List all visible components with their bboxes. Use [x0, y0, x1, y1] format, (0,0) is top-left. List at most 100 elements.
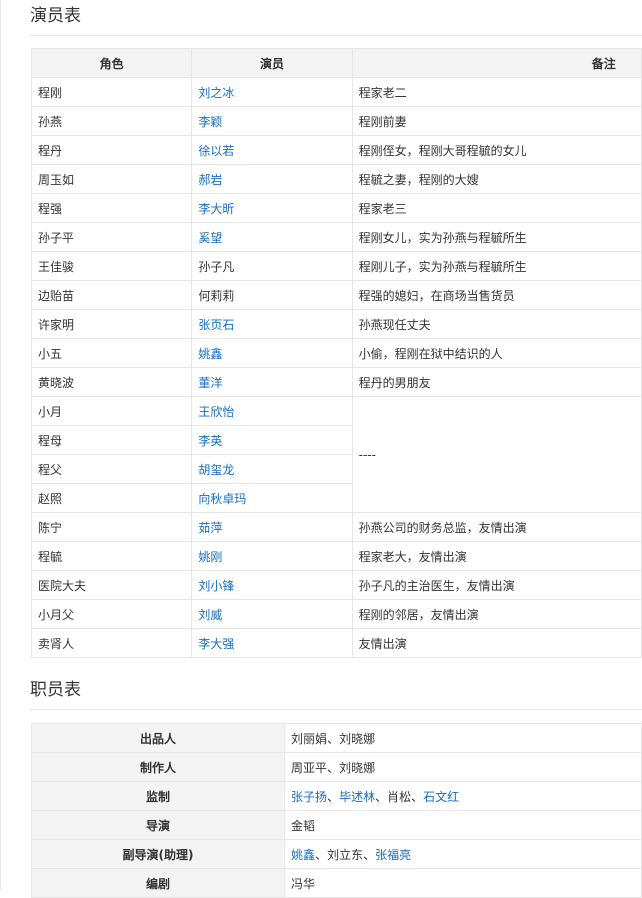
cast-role-cell: 小五: [30, 338, 193, 368]
crew-row: 制作人 周亚平、刘晓娜: [30, 752, 642, 782]
actor-link[interactable]: 李大昕: [191, 193, 353, 223]
cast-note-cell: 程刚女儿，实为孙燕与程毓所生: [351, 222, 642, 252]
crew-row: 副导演(助理) 姚鑫、刘立东、张福亮: [30, 839, 642, 869]
actor-link[interactable]: 徐以若: [191, 135, 353, 165]
crew-name-link[interactable]: 张子扬: [291, 790, 327, 804]
actor-link[interactable]: 李颖: [191, 106, 353, 136]
cast-note-cell: 程强的媳妇，在商场当售货员: [351, 280, 642, 310]
cast-note-cell: 程刚侄女，程刚大哥程毓的女儿: [351, 135, 642, 165]
crew-name-link[interactable]: 石文红: [423, 790, 459, 804]
cast-role-cell: 小月父: [30, 599, 193, 629]
crew-names-cell: 冯华: [284, 868, 642, 898]
name-separator: 、: [327, 789, 340, 804]
crew-table: 出品人 刘丽娟、刘晓娜 制作人 周亚平、刘晓娜 监制 张子扬、毕述林、肖松、石文红 导演 金韬…: [30, 723, 642, 898]
crew-row: 出品人 刘丽娟、刘晓娜: [30, 723, 642, 753]
crew-name-link[interactable]: 张福亮: [375, 848, 411, 862]
actor-link[interactable]: 姚刚: [191, 541, 353, 571]
actor-link[interactable]: 茹萍: [191, 512, 353, 542]
crew-role-label: 导演: [30, 810, 286, 840]
cast-table: 角色 演员 备注 程刚 刘之冰 程家老二 孙燕 李颖 程刚前妻 程丹 徐以若 程刚侄女，程刚大哥…: [30, 48, 642, 658]
cast-note-cell: 程刚前妻: [351, 106, 642, 136]
crew-name: 刘晓娜: [339, 760, 376, 775]
name-separator: 、: [327, 731, 340, 746]
role-column-header: 角色: [30, 48, 193, 78]
cast-role-cell: 程强: [30, 193, 193, 223]
note-column-header: 备注: [351, 48, 642, 78]
cast-note-cell: 程刚儿子，实为孙燕与程毓所生: [351, 251, 642, 281]
crew-role-label: 出品人: [30, 723, 286, 753]
cast-row: 小五 姚鑫 小偷，程刚在狱中结识的人: [30, 338, 642, 368]
cast-role-cell: 边贻苗: [30, 280, 193, 310]
crew-section-title: 职员表: [30, 680, 81, 700]
cast-role-cell: 周玉如: [30, 164, 193, 194]
cast-role-cell: 赵照: [30, 483, 193, 513]
cast-role-cell: 陈宁: [30, 512, 193, 542]
cast-role-cell: 程母: [30, 425, 193, 455]
actor-link[interactable]: 李大强: [191, 628, 353, 658]
cast-row: 医院大夫 刘小锋 孙子凡的主治医生，友情出演: [30, 570, 642, 600]
crew-name: 肖松: [387, 789, 412, 804]
cast-table-body: 程刚 刘之冰 程家老二 孙燕 李颖 程刚前妻 程丹 徐以若 程刚侄女，程刚大哥程毓的女儿 周玉如郝…: [30, 77, 642, 658]
crew-row: 导演 金韬: [30, 810, 642, 840]
cast-role-cell: 程刚: [30, 77, 193, 107]
cast-note-cell: 程毓之妻，程刚的大嫂: [351, 164, 642, 194]
cast-row: 孙子平 奚望 程刚女儿，实为孙燕与程毓所生: [30, 222, 642, 252]
crew-names-cell: 金韬: [284, 810, 642, 840]
crew-role-label: 制作人: [30, 752, 286, 782]
cast-section-title: 演员表: [30, 6, 81, 26]
name-separator: 、: [411, 789, 424, 804]
cast-row: 程强 李大昕 程家老三: [30, 193, 642, 223]
cast-note-cell: 程家老大，友情出演: [351, 541, 642, 571]
crew-row: 编剧 冯华: [30, 868, 642, 898]
cast-row: 王佳骏 孙子凡 程刚儿子，实为孙燕与程毓所生: [30, 251, 642, 281]
crew-name: 刘晓娜: [339, 731, 376, 746]
cast-row: 边贻苗 何莉莉 程强的媳妇，在商场当售货员: [30, 280, 642, 310]
cast-row: 小月 王欣怡 ----: [30, 396, 642, 513]
actor-link[interactable]: 郝岩: [191, 164, 353, 194]
cast-role-cell: 许家明: [30, 309, 193, 339]
cast-title-divider: [30, 35, 642, 36]
cast-role-cell: 黄晓波: [30, 367, 193, 397]
crew-name-link[interactable]: 毕述林: [339, 790, 375, 804]
actor-link[interactable]: 刘之冰: [191, 77, 353, 107]
cast-note-cell: 友情出演: [351, 628, 642, 658]
cast-note-cell: 程丹的男朋友: [351, 367, 642, 397]
actor-link[interactable]: 姚鑫: [191, 338, 353, 368]
actor-link[interactable]: 向秋卓玛: [191, 483, 353, 513]
actor-name: 孙子凡: [191, 251, 353, 281]
cast-note-cell: 程家老三: [351, 193, 642, 223]
name-separator: 、: [315, 847, 328, 862]
crew-role-label: 编剧: [30, 868, 286, 898]
cast-row: 程丹 徐以若 程刚侄女，程刚大哥程毓的女儿: [30, 135, 642, 165]
actor-link[interactable]: 王欣怡: [191, 396, 353, 426]
actor-link[interactable]: 奚望: [191, 222, 353, 252]
cast-row: 周玉如 郝岩 程毓之妻，程刚的大嫂: [30, 164, 642, 194]
crew-row: 监制 张子扬、毕述林、肖松、石文红: [30, 781, 642, 811]
actor-link[interactable]: 刘威: [191, 599, 353, 629]
cast-note-cell: 程家老二: [351, 77, 642, 107]
crew-name-link[interactable]: 姚鑫: [291, 848, 315, 862]
crew-names-cell: 张子扬、毕述林、肖松、石文红: [284, 781, 642, 811]
cast-row: 程刚 刘之冰 程家老二: [30, 77, 642, 107]
actor-link[interactable]: 刘小锋: [191, 570, 353, 600]
cast-note-cell: ----: [351, 396, 642, 513]
cast-role-cell: 程毓: [30, 541, 193, 571]
cast-row: 陈宁 茹萍 孙燕公司的财务总监，友情出演: [30, 512, 642, 542]
cast-note-cell: 孙子凡的主治医生，友情出演: [351, 570, 642, 600]
crew-names-cell: 姚鑫、刘立东、张福亮: [284, 839, 642, 869]
actor-link[interactable]: 张页石: [191, 309, 353, 339]
crew-title-divider: [30, 709, 642, 710]
cast-role-cell: 孙子平: [30, 222, 193, 252]
crew-role-label: 副导演(助理): [30, 839, 286, 869]
actor-link[interactable]: 李英: [191, 425, 353, 455]
crew-name: 冯华: [291, 876, 316, 891]
actor-link[interactable]: 董洋: [191, 367, 353, 397]
cast-note-cell: 孙燕公司的财务总监，友情出演: [351, 512, 642, 542]
cast-note-cell: 孙燕现任丈夫: [351, 309, 642, 339]
cast-role-cell: 小月: [30, 396, 193, 426]
actor-link[interactable]: 胡玺龙: [191, 454, 353, 484]
cast-row: 许家明 张页石 孙燕现任丈夫: [30, 309, 642, 339]
cast-row: 小月父 刘威 程刚的邻居，友情出演: [30, 599, 642, 629]
actor-name: 何莉莉: [191, 280, 353, 310]
crew-name: 周亚平: [291, 760, 328, 775]
